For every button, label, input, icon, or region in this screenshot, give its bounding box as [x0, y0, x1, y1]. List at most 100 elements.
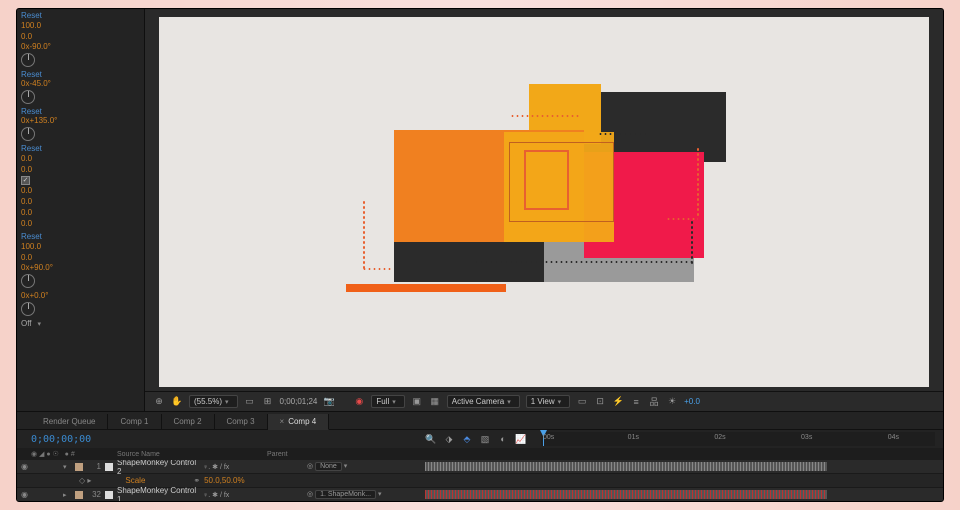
flowchart-icon[interactable]: 品	[648, 396, 660, 408]
view-options-icon[interactable]: ▭	[576, 396, 588, 408]
layer-duration-bar[interactable]	[425, 462, 827, 471]
frame-blend-icon[interactable]: ▧	[479, 433, 491, 445]
value[interactable]: 0.0	[21, 252, 140, 263]
checkbox[interactable]: ✓	[21, 176, 30, 185]
grid-icon[interactable]: ⊞	[262, 396, 274, 408]
current-timecode[interactable]: 0;00;00;00	[31, 434, 91, 445]
effect-controls-panel[interactable]: Reset 100.0 0.0 0x-90.0° Reset 0x-45.0° …	[17, 9, 145, 411]
reset-link[interactable]: Reset	[21, 107, 42, 116]
value[interactable]: 100.0	[21, 20, 140, 31]
transparency-grid-icon[interactable]: ▦	[429, 396, 441, 408]
graph-editor-icon[interactable]: 📈	[515, 433, 527, 445]
ruler-tick: 04s	[888, 434, 899, 441]
value[interactable]: 0.0	[21, 207, 140, 218]
effect-group-3[interactable]: Reset 0x+135.0°	[21, 107, 140, 141]
tab-comp-1[interactable]: Comp 1	[108, 414, 161, 429]
exposure-reset-icon[interactable]: ☀	[666, 396, 678, 408]
tab-render-queue[interactable]: Render Queue	[31, 414, 108, 429]
tab-comp-4[interactable]: ×Comp 4	[268, 414, 330, 430]
twirl-icon[interactable]: ▾	[63, 463, 71, 471]
shy-icon[interactable]: ⬘	[461, 433, 473, 445]
time-ruler[interactable]: 00s 01s 02s 03s 04s	[541, 432, 935, 446]
twirl-icon[interactable]: ▸	[63, 491, 71, 499]
layer-switches[interactable]: ♀. ✱ / fx	[203, 463, 303, 471]
value[interactable]: 0.0	[21, 218, 140, 229]
rotation-value[interactable]: 0x-90.0°	[21, 42, 51, 51]
after-effects-window: Reset 100.0 0.0 0x-90.0° Reset 0x-45.0° …	[16, 8, 944, 502]
snapshot-icon[interactable]: 📷	[323, 396, 335, 408]
camera-dropdown[interactable]: Active Camera	[447, 395, 520, 408]
col-parent: Parent	[267, 451, 417, 458]
reset-link[interactable]: Reset	[21, 232, 42, 241]
layer-type-icon	[105, 463, 113, 471]
effect-group-2[interactable]: Reset 0x-45.0°	[21, 70, 140, 104]
rotation-value[interactable]: 0x+0.0°	[21, 291, 48, 300]
close-icon[interactable]: ×	[280, 417, 285, 426]
label-color[interactable]	[75, 463, 83, 471]
layer-duration-bar[interactable]	[425, 490, 827, 499]
layer-row[interactable]: ◉ ▾ 1 ShapeMonkey Control 2 ♀. ✱ / fx ◎ …	[17, 460, 943, 474]
views-dropdown[interactable]: 1 View	[526, 395, 570, 408]
search-icon[interactable]: 🔍	[425, 433, 437, 445]
rotation-dial[interactable]	[21, 127, 35, 141]
value[interactable]: 0.0	[21, 196, 140, 207]
zoom-dropdown[interactable]: (55.5%)	[189, 395, 238, 408]
tab-comp-2[interactable]: Comp 2	[162, 414, 215, 429]
layer-index: 32	[87, 490, 101, 499]
effect-group-5[interactable]: Reset 100.0 0.0 0x+90.0°	[21, 232, 140, 288]
value[interactable]: 0.0	[21, 164, 140, 175]
parent-dropdown[interactable]: ◎ None▾	[307, 462, 417, 471]
layer-switches[interactable]: ♀. ✱ / fx	[203, 491, 303, 499]
property-name[interactable]: Scale	[95, 476, 145, 485]
effect-group-6[interactable]: 0x+0.0°	[21, 291, 140, 316]
rotation-value[interactable]: 0x+90.0°	[21, 263, 53, 272]
hand-icon[interactable]: ✋	[171, 396, 183, 408]
magnify-icon[interactable]: ⊕	[153, 396, 165, 408]
effect-group-4[interactable]: Reset 0.0 0.0 ✓ 0.0 0.0 0.0 0.0	[21, 144, 140, 229]
comp-mini-flowchart-icon[interactable]: ⬗	[443, 433, 455, 445]
exposure-value[interactable]: +0.0	[684, 397, 700, 406]
composition-viewer[interactable]	[159, 17, 929, 387]
constrain-icon[interactable]: ⚭	[193, 476, 200, 485]
value[interactable]: 0.0	[21, 185, 140, 196]
timeline-panel: Render Queue Comp 1 Comp 2 Comp 3 ×Comp …	[17, 411, 943, 501]
visibility-toggle[interactable]: ◉	[21, 490, 31, 499]
rotation-value[interactable]: 0x-45.0°	[21, 79, 51, 88]
rotation-dial[interactable]	[21, 274, 35, 288]
rotation-dial[interactable]	[21, 90, 35, 104]
ruler-tick: 03s	[801, 434, 812, 441]
rotation-dial[interactable]	[21, 302, 35, 316]
region-icon[interactable]: ▣	[411, 396, 423, 408]
col-source-name[interactable]: Source Name	[117, 451, 267, 458]
parent-dropdown[interactable]: ◎ 1. ShapeMonk...▾	[307, 490, 417, 499]
current-time[interactable]: 0;00;01;24	[280, 397, 318, 406]
layer-type-icon	[105, 491, 113, 499]
visibility-toggle[interactable]: ◉	[21, 462, 31, 471]
timeline-header-right: 🔍 ⬗ ⬘ ▧ ◐ 📈 00s 01s 02s 03s 04s	[417, 432, 943, 446]
value[interactable]: 0.0	[21, 31, 140, 42]
channels-icon[interactable]: ◉	[353, 396, 365, 408]
layer-name[interactable]: ShapeMonkey Control 2	[117, 460, 199, 476]
rotation-dial[interactable]	[21, 53, 35, 67]
rotation-value[interactable]: 0x+135.0°	[21, 116, 57, 125]
resolution-icon[interactable]: ▭	[244, 396, 256, 408]
pixel-aspect-icon[interactable]: ⊡	[594, 396, 606, 408]
reset-link[interactable]: Reset	[21, 70, 42, 79]
tab-label: Comp 4	[288, 417, 316, 426]
timeline-icon[interactable]: ≡	[630, 396, 642, 408]
motion-blur-icon[interactable]: ◐	[497, 433, 509, 445]
tab-comp-3[interactable]: Comp 3	[215, 414, 268, 429]
fast-preview-icon[interactable]: ⚡	[612, 396, 624, 408]
blend-mode-dropdown[interactable]: Off ▾	[21, 319, 140, 328]
property-value[interactable]: 50.0,50.0%	[204, 476, 244, 485]
resolution-dropdown[interactable]: Full	[371, 395, 404, 408]
reset-link[interactable]: Reset	[21, 144, 42, 153]
effect-group-1[interactable]: Reset 100.0 0.0 0x-90.0°	[21, 11, 140, 67]
top-area: Reset 100.0 0.0 0x-90.0° Reset 0x-45.0° …	[17, 9, 943, 411]
value[interactable]: 0.0	[21, 153, 140, 164]
layer-name[interactable]: ShapeMonkey Control 1	[117, 486, 199, 502]
value[interactable]: 100.0	[21, 241, 140, 252]
label-color[interactable]	[75, 491, 83, 499]
layer-row[interactable]: ◉ ▸ 32 ShapeMonkey Control 1 ♀. ✱ / fx ◎…	[17, 488, 943, 501]
reset-link[interactable]: Reset	[21, 11, 42, 20]
